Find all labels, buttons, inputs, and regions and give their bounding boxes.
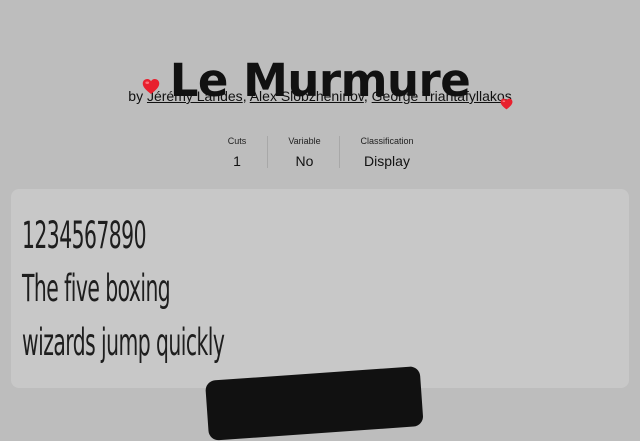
author-link-alex-slobzheninov[interactable]: Alex Slobzheninov: [250, 88, 364, 104]
specimen-line-pangram-2: wizards jump quickly: [22, 321, 225, 364]
author-link-jeremy-landes[interactable]: Jérémy Landes: [147, 88, 243, 104]
stat-variable: Variable No: [277, 134, 332, 170]
stat-variable-label: Variable: [288, 136, 321, 146]
byline: by Jérémy Landes, Alex Slobzheninov, Geo…: [0, 87, 640, 105]
font-stats: Cuts 1 Variable No Classification Displa…: [0, 134, 640, 184]
heart-icon: [142, 79, 160, 94]
stat-cuts-label: Cuts: [227, 136, 247, 146]
author-separator: ,: [363, 88, 368, 104]
stat-classification-label: Classification: [360, 136, 414, 146]
specimen-line-numerals: 1234567890: [22, 214, 147, 257]
author-link-george-triantafyllakos[interactable]: George Triantafyllakos: [372, 88, 512, 104]
stat-divider: [339, 136, 340, 168]
stat-classification: Classification Display: [351, 134, 423, 170]
stat-classification-value: Display: [364, 153, 410, 169]
stat-divider: [267, 136, 268, 168]
heart-icon: [500, 98, 513, 110]
specimen-line-pangram-1: The five boxing: [22, 267, 171, 310]
byline-prefix: by: [128, 88, 144, 104]
stat-variable-value: No: [295, 153, 314, 169]
stat-cuts-value: 1: [233, 153, 241, 169]
author-separator: ,: [242, 88, 247, 104]
stat-cuts: Cuts 1: [212, 134, 262, 170]
type-specimen-panel[interactable]: 1234567890 The five boxing wizards jump …: [11, 189, 629, 388]
